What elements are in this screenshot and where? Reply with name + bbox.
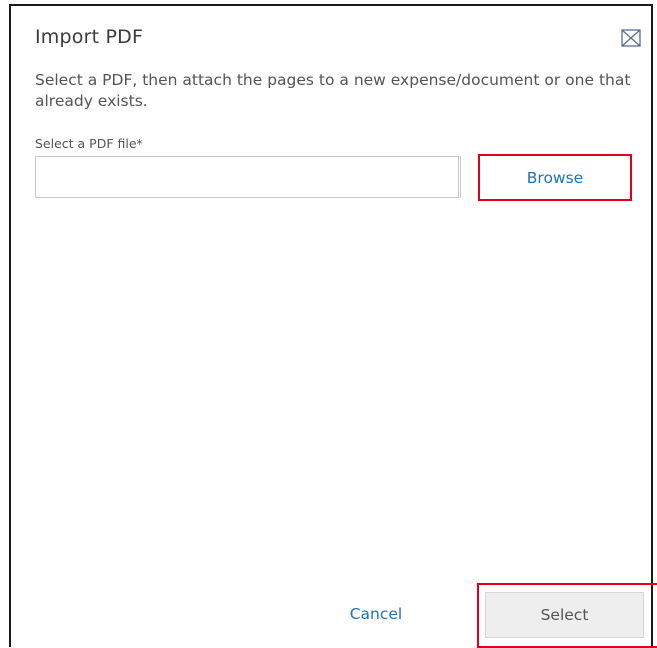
select-button[interactable]: Select bbox=[485, 592, 644, 638]
cancel-button[interactable]: Cancel bbox=[331, 599, 421, 629]
dialog-description: Select a PDF, then attach the pages to a… bbox=[35, 71, 631, 110]
browse-button[interactable]: Browse bbox=[478, 154, 632, 201]
close-icon bbox=[621, 29, 641, 47]
close-button[interactable] bbox=[621, 29, 641, 47]
import-pdf-dialog: Import PDF Select a PDF, then attach the… bbox=[9, 4, 657, 648]
dialog-title: Import PDF bbox=[35, 26, 144, 48]
pdf-file-input[interactable] bbox=[35, 156, 459, 198]
pdf-file-label: Select a PDF file* bbox=[35, 136, 143, 151]
